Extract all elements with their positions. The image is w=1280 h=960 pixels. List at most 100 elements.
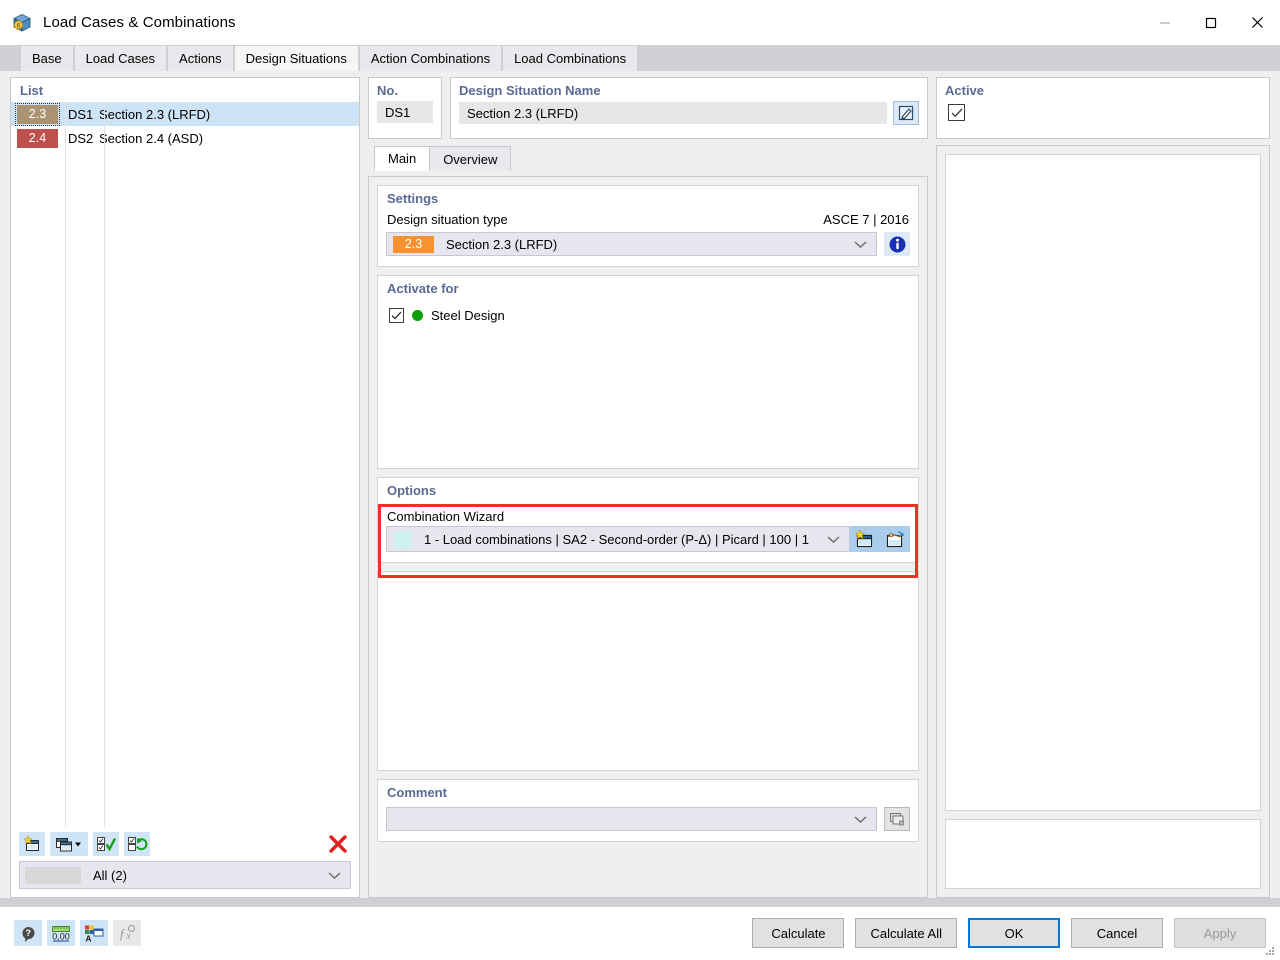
resize-grip[interactable] bbox=[1264, 945, 1276, 957]
design-situations-list-panel: List 2.3 DS1 Section 2.3 (LRFD) 2.4 DS2 … bbox=[10, 77, 360, 898]
close-button[interactable] bbox=[1234, 0, 1280, 45]
design-situation-name-group: Design Situation Name Section 2.3 (LRFD) bbox=[450, 77, 928, 139]
sub-tab-strip: Main Overview bbox=[368, 145, 928, 171]
list-column-divider-2 bbox=[104, 102, 105, 827]
title-bar: 6 Load Cases & Combinations bbox=[0, 0, 1280, 45]
no-field-label: No. bbox=[377, 83, 398, 98]
select-all-icon[interactable] bbox=[93, 832, 119, 856]
combination-wizard-label: Combination Wizard bbox=[387, 509, 505, 524]
svg-text:x: x bbox=[125, 930, 131, 942]
filter-color-swatch bbox=[25, 866, 81, 884]
footer-icon-group: ? 0,00 A f x bbox=[14, 920, 141, 946]
activate-for-list: Steel Design bbox=[378, 300, 918, 468]
chevron-down-icon bbox=[827, 532, 840, 547]
footer-buttons: Calculate Calculate All OK Cancel Apply bbox=[752, 918, 1266, 948]
footer-separator bbox=[0, 898, 1280, 906]
dialog-body: List 2.3 DS1 Section 2.3 (LRFD) 2.4 DS2 … bbox=[0, 71, 1280, 898]
calculate-all-button[interactable]: Calculate All bbox=[855, 918, 957, 948]
active-field-label: Active bbox=[945, 83, 985, 98]
tab-label: Base bbox=[32, 51, 62, 66]
activate-for-item-label: Steel Design bbox=[431, 308, 505, 323]
right-preview-top bbox=[945, 154, 1261, 811]
no-field-value[interactable]: DS1 bbox=[377, 101, 433, 123]
checkbox-active[interactable] bbox=[948, 104, 965, 121]
tab-label: Actions bbox=[179, 51, 222, 66]
list-rows: 2.3 DS1 Section 2.3 (LRFD) 2.4 DS2 Secti… bbox=[11, 102, 359, 827]
invert-selection-icon[interactable] bbox=[124, 832, 150, 856]
right-preview-bottom bbox=[945, 819, 1261, 889]
row-name: Section 2.3 (LRFD) bbox=[99, 106, 211, 122]
tab-design-situations[interactable]: Design Situations bbox=[233, 46, 359, 71]
tab-label: Design Situations bbox=[245, 51, 347, 66]
design-situation-type-dropdown[interactable]: 2.3 Section 2.3 (LRFD) bbox=[386, 232, 877, 256]
row-name: Section 2.4 (ASD) bbox=[99, 130, 204, 146]
design-situation-name-input[interactable]: Section 2.3 (LRFD) bbox=[459, 102, 887, 124]
list-title: List bbox=[20, 83, 44, 98]
list-item[interactable]: 2.3 DS1 Section 2.3 (LRFD) bbox=[11, 102, 359, 126]
subtab-main[interactable]: Main bbox=[374, 146, 431, 171]
tab-actions[interactable]: Actions bbox=[167, 46, 234, 71]
options-title: Options bbox=[387, 483, 437, 498]
activate-for-item[interactable]: Steel Design bbox=[378, 300, 918, 323]
comment-select-icon[interactable] bbox=[884, 807, 910, 831]
svg-text:A: A bbox=[85, 933, 91, 943]
subtab-label: Overview bbox=[443, 151, 498, 167]
chevron-down-icon bbox=[854, 237, 867, 252]
display-properties-icon[interactable]: A bbox=[80, 920, 108, 946]
cancel-button[interactable]: Cancel bbox=[1071, 918, 1163, 948]
list-filter-dropdown[interactable]: All (2) bbox=[19, 861, 351, 889]
edit-combination-wizard-icon[interactable] bbox=[880, 526, 910, 552]
design-situation-type-label: Design situation type bbox=[387, 212, 508, 227]
tab-base[interactable]: Base bbox=[20, 46, 74, 71]
ok-button[interactable]: OK bbox=[968, 918, 1060, 948]
window-title: Load Cases & Combinations bbox=[43, 14, 236, 31]
row-id: DS2 bbox=[68, 130, 94, 146]
list-item[interactable]: 2.4 DS2 Section 2.4 (ASD) bbox=[11, 126, 359, 150]
edit-name-icon[interactable] bbox=[893, 101, 919, 125]
design-situation-name-row: Section 2.3 (LRFD) bbox=[459, 101, 919, 125]
standard-label: ASCE 7 | 2016 bbox=[823, 212, 909, 227]
tab-action-combinations[interactable]: Action Combinations bbox=[358, 46, 503, 71]
checkbox-steel-design[interactable] bbox=[389, 308, 404, 323]
top-field-row: No. DS1 Design Situation Name Section 2.… bbox=[368, 77, 928, 139]
middle-column: No. DS1 Design Situation Name Section 2.… bbox=[368, 77, 928, 898]
right-column: Active bbox=[936, 77, 1270, 898]
calculate-button[interactable]: Calculate bbox=[752, 918, 845, 948]
settings-section: Settings Design situation type ASCE 7 | … bbox=[377, 185, 919, 267]
svg-text:6: 6 bbox=[17, 22, 21, 29]
copy-item-icon[interactable] bbox=[50, 832, 88, 856]
svg-text:0,00: 0,00 bbox=[52, 931, 70, 941]
no-field-group: No. DS1 bbox=[368, 77, 442, 139]
chevron-down-icon bbox=[854, 812, 867, 827]
design-situation-type-row: Design situation type ASCE 7 | 2016 bbox=[378, 210, 918, 229]
tab-load-combinations[interactable]: Load Combinations bbox=[502, 46, 639, 71]
comment-row bbox=[378, 804, 918, 841]
tab-label: Action Combinations bbox=[370, 51, 491, 66]
svg-text:?: ? bbox=[25, 928, 31, 938]
options-empty-area bbox=[377, 571, 919, 771]
combination-wizard-row: 1 - Load combinations | SA2 - Second-ord… bbox=[378, 526, 918, 562]
row-badge: 2.3 bbox=[15, 102, 60, 126]
combination-wizard-dropdown[interactable]: 1 - Load combinations | SA2 - Second-ord… bbox=[386, 526, 850, 552]
tab-label: Load Cases bbox=[85, 51, 156, 66]
info-icon[interactable] bbox=[884, 232, 910, 256]
list-toolbar bbox=[11, 827, 359, 861]
new-item-icon[interactable] bbox=[19, 832, 45, 856]
formula-icon: f x bbox=[113, 920, 141, 946]
help-icon[interactable]: ? bbox=[14, 920, 42, 946]
list-column-divider-1 bbox=[65, 102, 66, 827]
type-badge: 2.3 bbox=[393, 235, 434, 253]
subtab-overview[interactable]: Overview bbox=[429, 146, 512, 171]
window-controls bbox=[1142, 0, 1280, 45]
settings-title: Settings bbox=[387, 191, 439, 206]
maximize-button[interactable] bbox=[1188, 0, 1234, 45]
tab-load-cases[interactable]: Load Cases bbox=[73, 46, 168, 71]
delete-icon[interactable] bbox=[325, 832, 351, 856]
units-icon[interactable]: 0,00 bbox=[47, 920, 75, 946]
filter-value: All (2) bbox=[93, 867, 127, 883]
comment-input[interactable] bbox=[386, 807, 877, 831]
left-column: List 2.3 DS1 Section 2.3 (LRFD) 2.4 DS2 … bbox=[10, 77, 360, 898]
new-combination-wizard-icon[interactable] bbox=[850, 526, 880, 552]
minimize-button[interactable] bbox=[1142, 0, 1188, 45]
type-value: Section 2.3 (LRFD) bbox=[446, 236, 558, 252]
